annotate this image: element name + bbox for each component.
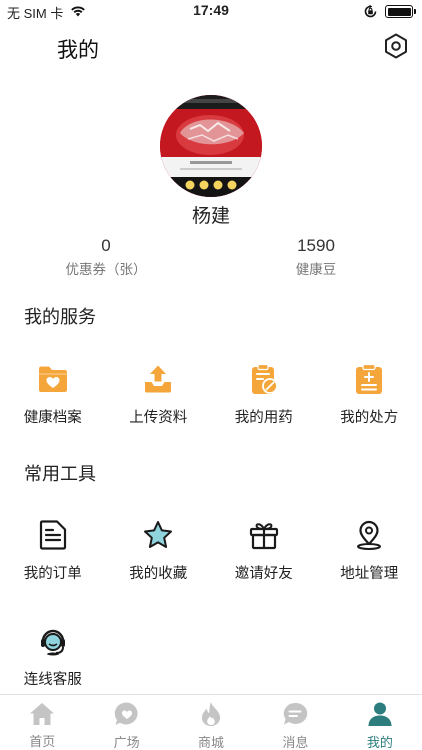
tool-item-address-management[interactable]: 地址管理	[317, 518, 422, 583]
tool-label: 地址管理	[340, 566, 399, 582]
tab-home[interactable]: 首页	[0, 695, 84, 750]
tab-label: 商城	[198, 736, 225, 750]
home-icon	[29, 701, 55, 726]
settings-button[interactable]	[383, 33, 409, 63]
gear-hexagon-icon	[384, 33, 408, 63]
upload-tray-icon	[143, 362, 173, 396]
service-item-upload-data[interactable]: 上传资料	[106, 362, 212, 427]
tab-label: 消息	[282, 736, 309, 750]
medication-clipboard-icon	[249, 362, 279, 396]
battery-icon	[385, 5, 416, 18]
tab-mine[interactable]: 我的	[338, 695, 422, 750]
tools-section-title: 常用工具	[24, 464, 96, 485]
tab-label: 首页	[29, 735, 56, 750]
chat-bubble-icon	[282, 701, 308, 727]
tool-label: 我的收藏	[129, 566, 188, 582]
flame-icon	[199, 701, 223, 727]
tool-label: 我的订单	[23, 566, 82, 582]
service-label: 我的用药	[234, 410, 293, 426]
user-icon	[367, 701, 393, 727]
orientation-lock-icon	[363, 4, 378, 23]
tab-messages[interactable]: 消息	[253, 695, 337, 750]
star-icon	[143, 518, 173, 552]
coupon-label: 优惠券（张）	[65, 262, 147, 278]
heart-bubble-icon	[114, 701, 140, 727]
tool-item-my-orders[interactable]: 我的订单	[0, 518, 106, 583]
status-bar: 无 SIM 卡 17:49	[0, 0, 422, 24]
avatar-image	[160, 95, 262, 197]
tool-item-customer-service[interactable]: 连线客服	[0, 624, 106, 689]
service-label: 我的处方	[340, 410, 399, 426]
tool-item-invite-friends[interactable]: 邀请好友	[211, 518, 317, 583]
avatar[interactable]	[160, 95, 262, 197]
health-beans-stat[interactable]: 1590 健康豆	[236, 236, 396, 278]
service-item-my-prescription[interactable]: 我的处方	[317, 362, 422, 427]
page-title: 我的	[57, 38, 99, 62]
location-pin-icon	[354, 518, 384, 552]
tool-label: 连线客服	[23, 672, 82, 688]
status-time: 17:49	[193, 2, 229, 18]
prescription-clipboard-icon	[354, 362, 384, 396]
coupon-count: 0	[101, 236, 111, 255]
user-name: 杨建	[191, 205, 230, 227]
tools-grid: 我的订单 我的收藏 邀请好友 地址管理	[0, 518, 422, 583]
coupon-stat[interactable]: 0 优惠券（张）	[26, 236, 186, 278]
health-beans-label: 健康豆	[295, 262, 337, 278]
customer-service-headset-icon	[38, 624, 68, 658]
service-item-health-records[interactable]: 健康档案	[0, 362, 106, 427]
tab-mall[interactable]: 商城	[169, 695, 253, 750]
tab-square[interactable]: 广场	[84, 695, 168, 750]
service-label: 上传资料	[129, 410, 188, 426]
services-grid: 健康档案 上传资料 我的用药 我的处方	[0, 362, 422, 427]
service-label: 健康档案	[23, 410, 82, 426]
service-item-my-medication[interactable]: 我的用药	[211, 362, 317, 427]
bottom-tab-bar: 首页 广场 商城 消息 我的	[0, 694, 422, 750]
health-beans-count: 1590	[297, 236, 335, 255]
tools-grid-row-2: 连线客服	[0, 624, 422, 689]
services-section-title: 我的服务	[24, 307, 96, 328]
order-document-icon	[38, 518, 68, 552]
health-folder-icon	[38, 362, 68, 396]
tab-label: 广场	[113, 736, 140, 750]
gift-icon	[249, 518, 279, 552]
tool-label: 邀请好友	[234, 566, 293, 582]
tool-item-my-favorites[interactable]: 我的收藏	[106, 518, 212, 583]
tab-label: 我的	[366, 736, 393, 750]
